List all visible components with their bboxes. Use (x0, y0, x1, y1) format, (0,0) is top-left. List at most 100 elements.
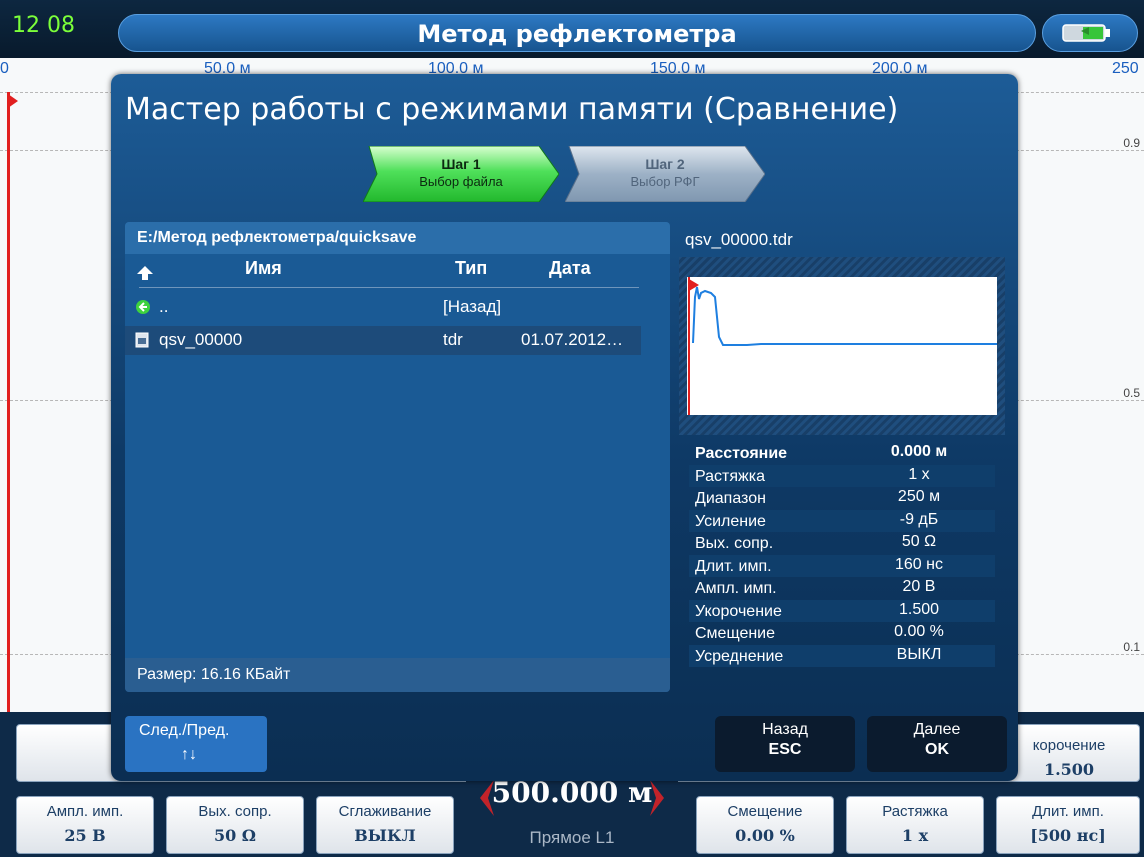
reflectogram-trace (688, 277, 997, 415)
param-row: Смещение 0.00 % (689, 622, 995, 645)
softkey-label: корочение (1032, 737, 1106, 754)
top-bar: 12 08 Метод рефлектометра (0, 0, 1144, 58)
file-date: 01.07.2012… (521, 330, 624, 349)
file-browser: E:/Метод рефлектометра/quicksave Имя Тип… (125, 222, 670, 692)
param-row: Растяжка 1 x (689, 464, 995, 487)
param-row: Усиление -9 дБ (689, 509, 995, 532)
scale-label: 250 (1112, 60, 1139, 77)
softkey-value: 25 В (64, 826, 106, 845)
file-type: tdr (443, 330, 463, 349)
clock: 12 08 (12, 13, 75, 38)
grid-label: 0.1 (1123, 640, 1140, 654)
grid-label: 0.5 (1123, 386, 1140, 400)
softkey-label: Смещение (727, 803, 803, 820)
cursor-marker-icon (8, 94, 18, 108)
softkey-pulse-duration[interactable]: Длит. имп. [500 нс] (996, 796, 1140, 854)
param-key: Смещение (695, 625, 776, 642)
grid-label: 0.9 (1123, 136, 1140, 150)
file-name: qsv_00000 (159, 330, 243, 349)
button-key: ESC (768, 741, 802, 758)
param-value: 1.500 (898, 600, 940, 618)
param-value: ВЫКЛ (896, 645, 942, 663)
next-prev-button[interactable]: След./Пред. ↑↓ (125, 716, 267, 772)
param-key: Ампл. имп. (695, 580, 777, 597)
softkey-value: 50 Ω (213, 826, 257, 845)
param-row: Длит. имп. 160 нс (689, 554, 995, 577)
softkey-value: 1 x (901, 826, 929, 845)
step-1-tab[interactable]: Шаг 1 Выбор файла (363, 146, 559, 202)
param-value: 250 м (897, 488, 941, 505)
param-value: 50 Ω (901, 533, 937, 550)
column-type[interactable]: Тип (455, 258, 487, 279)
preview-filename: qsv_00000.tdr (685, 230, 793, 249)
softkey-value: 0.00 % (735, 826, 795, 845)
trace-parameters: Расстояние 0.000 м Растяжка 1 x Диапазон 25… (689, 442, 995, 667)
param-value: 1 x (908, 465, 930, 483)
softkey-shortening[interactable]: корочение 1.500 (998, 724, 1140, 782)
trace-preview-canvas (687, 277, 997, 415)
list-item-file[interactable]: qsv_00000 tdr 01.07.2012… (125, 326, 641, 355)
param-key: Растяжка (695, 467, 765, 485)
scale-label: 0 (0, 60, 9, 77)
measure-mode: Прямое L1 (529, 828, 615, 847)
softkey-label: Ампл. имп. (46, 803, 124, 820)
step-title: Шаг 1 (441, 156, 481, 172)
param-value: 0.000 м (890, 443, 948, 460)
battery-plug-icon (1062, 24, 1110, 42)
softkey-value: [500 нс] (1030, 826, 1106, 845)
param-row: Ампл. имп. 20 В (689, 577, 995, 600)
softkey-output-impedance[interactable]: Вых. сопр. 50 Ω (166, 796, 304, 854)
button-label: След./Пред. (139, 722, 230, 739)
softkey-label: Вых. сопр. (198, 803, 272, 820)
softkey-value: 1.500 (1043, 760, 1095, 779)
param-key: Диапазон (695, 490, 766, 507)
trace-preview (679, 257, 1005, 435)
header-divider (139, 287, 639, 288)
list-item-back[interactable]: .. [Назад] (125, 293, 641, 322)
column-date[interactable]: Дата (549, 258, 591, 279)
sort-up-icon[interactable] (137, 266, 153, 280)
param-row: Укорочение 1.500 (689, 599, 995, 622)
back-button[interactable]: Назад ESC (715, 716, 855, 772)
file-name: .. (159, 297, 169, 316)
param-value: 20 В (902, 578, 936, 595)
softkey-pulse-amplitude[interactable]: Ампл. имп. 25 В (16, 796, 154, 854)
button-label: Назад (762, 721, 808, 738)
step-subtitle: Выбор файла (419, 174, 503, 189)
softkey-label: Длит. имп. (1032, 803, 1104, 820)
softkey-label: Растяжка (882, 803, 948, 820)
button-key: OK (925, 741, 949, 758)
param-value: -9 дБ (899, 510, 939, 528)
file-icon (135, 332, 149, 348)
param-key: Длит. имп. (695, 557, 772, 575)
up-down-arrows-icon: ↑↓ (181, 746, 197, 763)
cursor-line (7, 92, 10, 712)
current-path: E:/Метод рефлектометра/quicksave (125, 222, 670, 254)
column-name[interactable]: Имя (245, 258, 282, 279)
softkey-label: Сглаживание (338, 803, 432, 820)
dialog-title: Мастер работы с режимами памяти (Сравнен… (125, 92, 899, 127)
softkey-value: ВЫКЛ (354, 826, 416, 845)
param-key: Усреднение (695, 647, 784, 665)
param-value: 0.00 % (894, 623, 944, 640)
param-key: Расстояние (695, 445, 788, 462)
back-arrow-icon (136, 300, 150, 314)
param-key: Укорочение (695, 602, 782, 620)
param-row: Усреднение ВЫКЛ (689, 644, 995, 667)
softkey-smoothing[interactable]: Сглаживание ВЫКЛ (316, 796, 454, 854)
file-type: [Назад] (443, 297, 502, 316)
next-button[interactable]: Далее OK (867, 716, 1007, 772)
step-subtitle: Выбор РФГ (630, 174, 700, 189)
param-value: 160 нс (895, 555, 943, 573)
battery-indicator (1042, 14, 1138, 52)
softkey-stretch[interactable]: Растяжка 1 x (846, 796, 984, 854)
param-row: Расстояние 0.000 м (689, 442, 995, 465)
param-row: Вых. сопр. 50 Ω (689, 532, 995, 555)
file-size: Размер: 16.16 КБайт (125, 658, 670, 692)
param-key: Вых. сопр. (695, 535, 774, 552)
memory-wizard-dialog: Мастер работы с режимами памяти (Сравнен… (111, 74, 1018, 781)
step-2-tab[interactable]: Шаг 2 Выбор РФГ (565, 146, 765, 202)
button-label: Далее (913, 721, 961, 738)
param-row: Диапазон 250 м (689, 487, 995, 510)
softkey-offset[interactable]: Смещение 0.00 % (696, 796, 834, 854)
